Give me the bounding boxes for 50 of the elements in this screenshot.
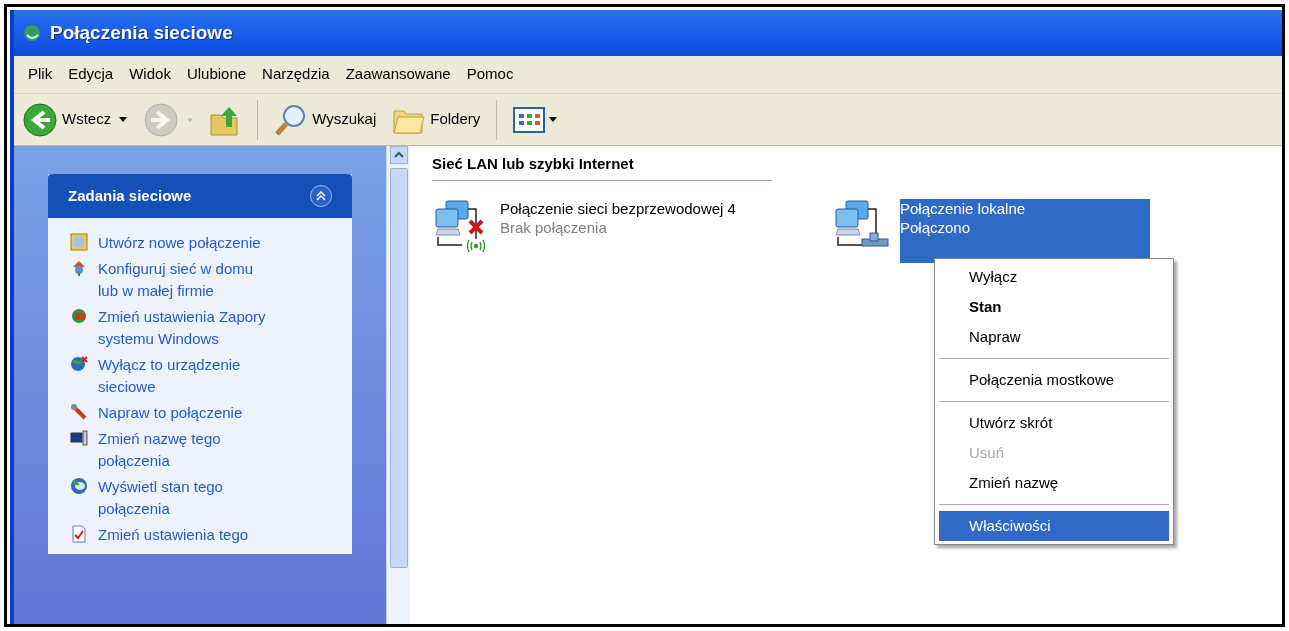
context-menu-item[interactable]: Połączenia mostkowe — [939, 365, 1169, 395]
menu-item[interactable]: Zaawansowane — [337, 63, 459, 86]
context-menu-item[interactable]: Zmień nazwę — [939, 468, 1169, 498]
scroll-thumb[interactable] — [389, 168, 408, 568]
menu-item[interactable]: Pomoc — [458, 63, 522, 86]
collapse-button[interactable] — [310, 185, 332, 207]
back-button[interactable]: Wstecz — [22, 101, 112, 138]
context-menu-item[interactable]: Stan — [939, 292, 1169, 322]
dropdown-caret-icon — [549, 117, 558, 122]
globe-icon — [70, 477, 88, 495]
network-globe-icon — [22, 23, 42, 43]
scroll-up-icon[interactable] — [389, 146, 408, 164]
connection-label[interactable]: Połączenie lokalne Połączono — [900, 199, 1150, 263]
dropdown-caret-icon[interactable] — [119, 117, 128, 122]
menu-item[interactable]: Edycja — [60, 63, 122, 86]
context-menu-item[interactable]: Napraw — [939, 322, 1169, 352]
menu-item[interactable]: Widok — [121, 63, 179, 86]
task-link[interactable]: Zmień ustawienia Zapory systemu Windows — [98, 306, 276, 350]
task-panel-title: Zadania sieciowe — [68, 185, 192, 206]
context-menu-item[interactable]: Wyłącz — [939, 262, 1169, 292]
computer-icon — [70, 429, 88, 447]
task-link[interactable]: Konfiguruj sieć w domu lub w małej firmie — [98, 258, 276, 302]
context-menu-item[interactable]: Właściwości — [939, 511, 1169, 541]
chevron-icon — [316, 191, 326, 201]
task-link[interactable]: Zmień ustawienia tego — [98, 524, 276, 546]
connection-status: Brak połączenia — [500, 218, 608, 237]
search-button[interactable]: Wyszukaj — [274, 102, 377, 137]
connection-label[interactable]: Połączenie sieci bezprzewodowej 4 Brak połączenia — [500, 199, 762, 237]
globe-icon — [70, 355, 88, 373]
window-title: Połączenia sieciowe — [50, 20, 233, 45]
views-button[interactable] — [513, 106, 558, 133]
view-grid-icon — [513, 106, 546, 133]
connection-status: Połączono — [900, 218, 972, 237]
menu-item[interactable]: Ulubione — [178, 63, 255, 86]
folders-button[interactable]: Foldery — [392, 104, 481, 135]
task-link[interactable]: Zmień nazwę tego połączenia — [98, 428, 276, 472]
task-link[interactable]: Napraw to połączenie — [98, 402, 276, 424]
firewall-icon — [70, 307, 88, 325]
connection-name: Połączenie lokalne — [900, 199, 1027, 218]
connection-name: Połączenie sieci bezprzewodowej 4 — [500, 199, 737, 218]
group-title: Sieć LAN lub szybki Internet — [432, 155, 634, 172]
context-menu-item[interactable]: Utwórz skrót — [939, 408, 1169, 438]
wrench-icon — [70, 403, 88, 421]
menu-item[interactable]: Narzędzia — [254, 63, 338, 86]
document-check-icon — [70, 525, 88, 543]
menu-item[interactable]: Plik — [20, 63, 61, 86]
new-connection-icon — [70, 233, 88, 251]
task-link[interactable]: Wyświetl stan tego połączenia — [98, 476, 276, 520]
task-link[interactable]: Utwórz nowe połączenie — [98, 232, 276, 254]
task-link[interactable]: Wyłącz to urządzenie sieciowe — [98, 354, 276, 398]
